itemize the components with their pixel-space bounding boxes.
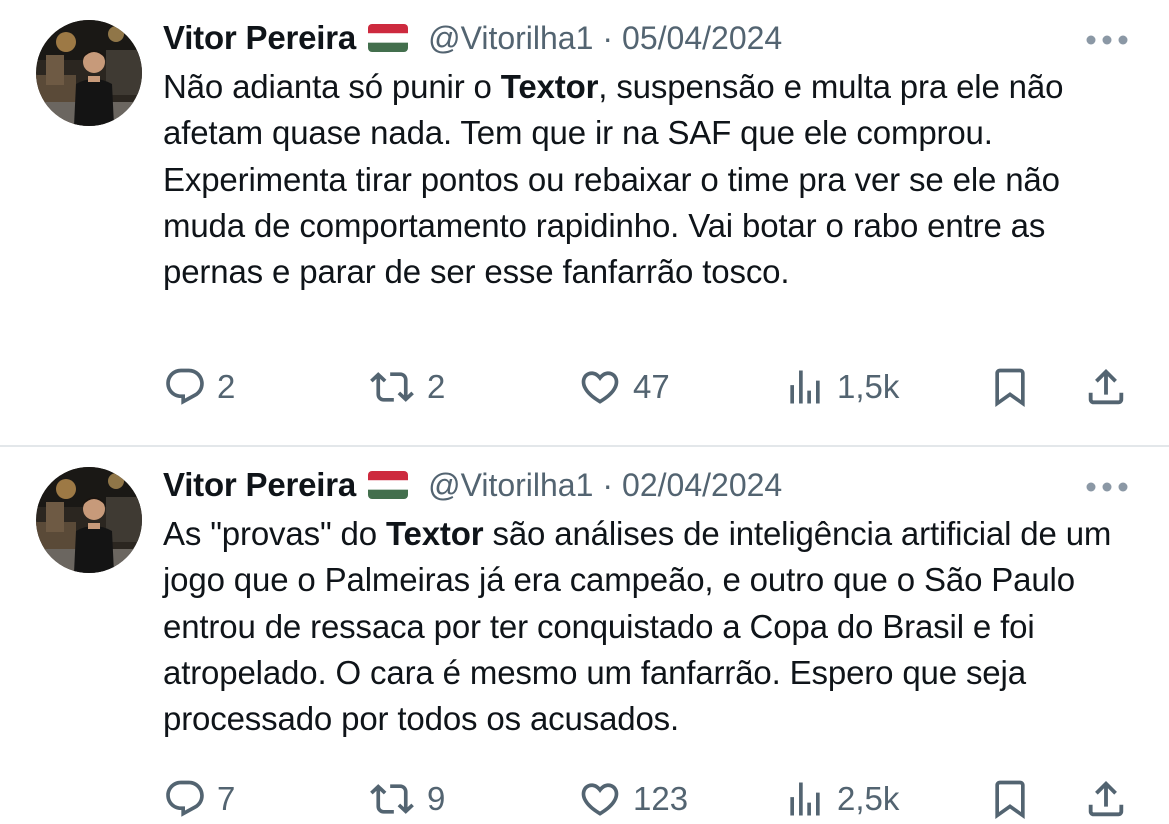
reply-button[interactable]: 2: [163, 362, 235, 412]
tweet-text-part: As "provas" do: [163, 515, 386, 552]
like-button[interactable]: 123: [577, 774, 688, 824]
retweet-icon: [367, 365, 417, 409]
hungary-flag-icon: [368, 24, 409, 52]
share-icon: [1083, 776, 1129, 822]
tweet-header: Vitor Pereira @Vitorilha1 · 02/04/2024: [163, 463, 782, 507]
more-icon[interactable]: [1085, 480, 1129, 492]
action-bar: 2 2 47 1,5k: [0, 362, 1169, 412]
tweet-text-bold: Textor: [385, 515, 484, 552]
bookmark-button[interactable]: [988, 362, 1032, 412]
avatar[interactable]: [36, 20, 142, 126]
share-icon: [1083, 364, 1129, 410]
action-bar: 7 9 123 2,5k: [0, 774, 1169, 824]
tweet-text-bold: Textor: [500, 68, 599, 105]
bookmark-icon: [988, 776, 1032, 822]
reply-button[interactable]: 7: [163, 774, 235, 824]
retweet-button[interactable]: 9: [367, 774, 445, 824]
more-icon[interactable]: [1085, 33, 1129, 45]
tweet[interactable]: Vitor Pereira @Vitorilha1 · 02/04/2024 A…: [0, 447, 1169, 822]
avatar[interactable]: [36, 467, 142, 573]
views-button[interactable]: 2,5k: [783, 774, 899, 824]
tweet-text: Não adianta só punir o Textor, suspensão…: [163, 64, 1143, 295]
bookmark-icon: [988, 364, 1032, 410]
retweet-count: 9: [427, 780, 446, 817]
views-button[interactable]: 1,5k: [783, 362, 899, 412]
author-name[interactable]: Vitor Pereira: [163, 19, 356, 57]
tweet-text-part: Não adianta só punir o: [163, 68, 501, 105]
hungary-flag-icon: [368, 471, 409, 499]
reply-count: 2: [217, 368, 236, 405]
views-count: 2,5k: [837, 780, 900, 817]
author-handle[interactable]: @Vitorilha1: [428, 20, 593, 57]
tweet-date[interactable]: 02/04/2024: [622, 467, 782, 504]
reply-icon: [163, 777, 207, 821]
reply-count: 7: [217, 780, 236, 817]
views-count: 1,5k: [837, 368, 900, 405]
retweet-button[interactable]: 2: [367, 362, 445, 412]
author-handle[interactable]: @Vitorilha1: [428, 467, 593, 504]
tweet-date[interactable]: 05/04/2024: [622, 20, 782, 57]
reply-icon: [163, 365, 207, 409]
heart-icon: [577, 365, 623, 409]
tweet[interactable]: Vitor Pereira @Vitorilha1 · 05/04/2024 N…: [0, 0, 1169, 446]
views-icon: [783, 777, 827, 821]
like-count: 47: [633, 368, 670, 405]
header-separator: ·: [602, 19, 614, 56]
views-icon: [783, 365, 827, 409]
retweet-icon: [367, 777, 417, 821]
retweet-count: 2: [427, 368, 446, 405]
tweet-text: As "provas" do Textor são análises de in…: [163, 511, 1143, 742]
like-count: 123: [633, 780, 689, 817]
bookmark-button[interactable]: [988, 774, 1032, 824]
author-name[interactable]: Vitor Pereira: [163, 466, 356, 504]
share-button[interactable]: [1083, 774, 1129, 824]
share-button[interactable]: [1083, 362, 1129, 412]
heart-icon: [577, 777, 623, 821]
like-button[interactable]: 47: [577, 362, 670, 412]
header-separator: ·: [602, 466, 614, 503]
tweet-header: Vitor Pereira @Vitorilha1 · 05/04/2024: [163, 16, 782, 60]
